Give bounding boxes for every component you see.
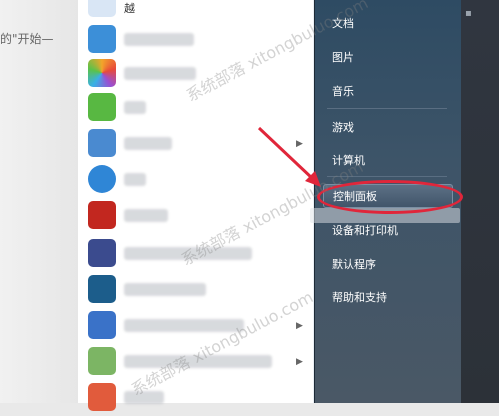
program-item-top[interactable]: 越	[86, 0, 308, 22]
menu-item-computer[interactable]: 计算机	[323, 149, 453, 173]
program-icon	[88, 0, 116, 17]
ghost-text: ▪	[465, 8, 472, 19]
menu-item-games[interactable]: 游戏	[323, 116, 453, 140]
menu-item-help-support[interactable]: 帮助和支持	[323, 286, 453, 310]
program-icon	[88, 165, 116, 193]
program-item[interactable]	[86, 272, 308, 308]
menu-item-pictures[interactable]: 图片	[323, 46, 453, 70]
program-label-blurred	[124, 67, 196, 80]
submenu-arrow-icon: ▶	[296, 357, 303, 367]
annotation-ellipse	[317, 180, 463, 214]
program-item[interactable]	[86, 380, 308, 416]
background-ghost-menu: ▪	[460, 0, 499, 403]
program-item[interactable]	[86, 198, 308, 234]
program-label-blurred	[124, 101, 146, 114]
photoshop-icon	[88, 275, 116, 303]
program-item[interactable]	[86, 236, 308, 272]
background-document-text: 的"开始—	[0, 32, 54, 46]
background-document: 的"开始—	[0, 0, 80, 403]
program-label-blurred	[124, 33, 194, 46]
program-label-blurred	[124, 137, 172, 150]
menu-item-default-programs[interactable]: 默认程序	[323, 253, 453, 277]
program-label-blurred	[124, 283, 206, 296]
program-icon	[88, 383, 116, 411]
word-icon	[88, 311, 116, 339]
program-icon	[88, 59, 116, 87]
program-label-blurred	[124, 319, 244, 332]
program-label-blurred	[124, 209, 168, 222]
program-icon	[88, 25, 116, 53]
program-icon	[88, 347, 116, 375]
program-item[interactable]	[86, 90, 308, 126]
program-label-blurred	[124, 391, 164, 404]
annotation-arrow-icon	[257, 126, 321, 187]
program-label-blurred	[124, 355, 272, 368]
menu-item-music[interactable]: 音乐	[323, 80, 453, 104]
program-icon	[88, 93, 116, 121]
menu-item-documents[interactable]: 文档	[323, 12, 453, 36]
program-item[interactable]: ▶	[86, 344, 308, 380]
program-icon	[88, 129, 116, 157]
program-label-blurred	[124, 173, 146, 186]
menu-separator	[327, 108, 447, 109]
qq-icon	[88, 201, 116, 229]
program-item[interactable]	[86, 22, 308, 58]
programs-pane: 越 ▶ ▶ ▶	[78, 0, 315, 411]
submenu-arrow-icon: ▶	[296, 321, 303, 331]
program-item[interactable]: ▶	[86, 308, 308, 344]
program-item[interactable]	[86, 56, 308, 92]
program-label-blurred	[124, 247, 252, 260]
program-label: 越	[124, 2, 135, 15]
program-icon	[88, 239, 116, 267]
menu-separator	[327, 176, 447, 177]
